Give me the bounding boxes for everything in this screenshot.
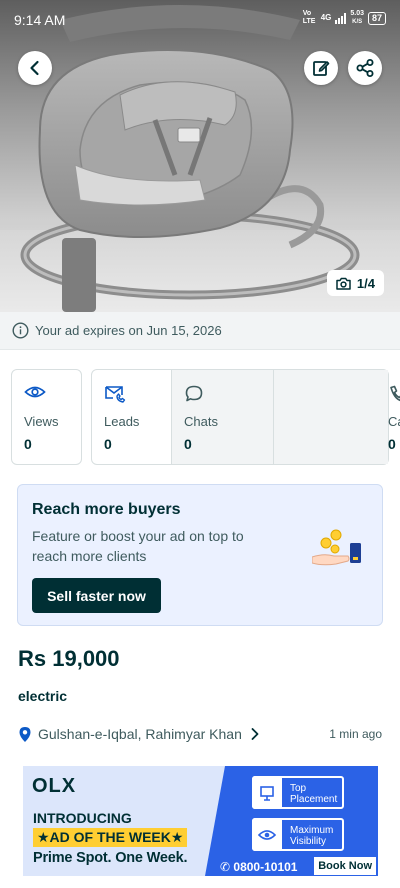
network-type: 4G	[320, 13, 332, 22]
billboard-icon	[252, 776, 282, 809]
listing-photo[interactable]: 9:14 AM Vo LTE 4G 5.03 K/S 87 1/4	[0, 0, 400, 312]
promo-card: Reach more buyers Feature or boost your …	[17, 484, 383, 626]
eye-icon	[252, 818, 282, 851]
image-counter[interactable]: 1/4	[326, 270, 384, 296]
promo-body: Feature or boost your ad on top to reach…	[32, 528, 244, 564]
phone-icon	[390, 385, 400, 402]
edit-icon	[313, 61, 330, 76]
chat-icon	[185, 385, 203, 402]
listing-price: Rs 19,000	[18, 646, 120, 671]
share-button[interactable]	[348, 51, 382, 85]
coins-hand-illustration	[312, 529, 361, 566]
olx-logo: OLX	[32, 775, 77, 797]
feature-top-placement: Top Placement	[252, 776, 344, 809]
back-button[interactable]	[18, 51, 52, 85]
leads-icon	[105, 386, 126, 403]
stats-engagement-card[interactable]: Leads 0 Chats 0 Calls 0	[91, 369, 400, 465]
feature-label: Maximum Visibility	[290, 825, 334, 847]
ad-of-the-week-banner[interactable]: OLX INTRODUCING ★AD OF THE WEEK★ Prime S…	[23, 766, 378, 876]
stat-calls[interactable]: Calls 0	[274, 370, 400, 464]
location-pin-icon	[19, 726, 31, 742]
expiry-notice: Your ad expires on Jun 15, 2026	[0, 312, 400, 350]
status-bar: 9:14 AM Vo LTE 4G 5.03 K/S 87	[0, 0, 400, 38]
info-icon	[12, 322, 29, 339]
stat-value: 0	[184, 436, 192, 452]
expiry-text: Your ad expires on Jun 15, 2026	[35, 323, 222, 338]
stat-chats[interactable]: Chats 0	[172, 370, 274, 464]
stat-value: 0	[104, 436, 112, 452]
stat-views[interactable]: Views 0	[12, 370, 81, 464]
feature-max-visibility: Maximum Visibility	[252, 818, 344, 851]
chevron-right-icon	[251, 728, 259, 740]
stat-label: Views	[24, 414, 59, 429]
camera-icon	[336, 277, 351, 290]
listing-posted-time: 1 min ago	[329, 727, 382, 741]
banner-line-introducing: INTRODUCING	[33, 810, 132, 826]
network-speed: 5.03 K/S	[350, 10, 364, 25]
banner-line-ad-of-week: ★AD OF THE WEEK★	[33, 828, 188, 847]
stat-label: Chats	[184, 414, 218, 429]
stat-label: Leads	[104, 414, 140, 429]
stat-value: 0	[388, 436, 396, 452]
signal-icon	[335, 12, 347, 24]
feature-label: Top Placement	[290, 783, 338, 805]
listing-location[interactable]: Gulshan-e-Iqbal, Rahimyar Khan	[38, 726, 242, 742]
banner-phone[interactable]: ✆ 0800-10101	[220, 860, 297, 874]
banner-line-prime-spot: Prime Spot. One Week.	[33, 850, 188, 866]
listing-title: electric	[18, 688, 68, 704]
stat-value: 0	[24, 436, 32, 452]
phone-icon: ✆	[220, 860, 231, 874]
sell-faster-button[interactable]: Sell faster now	[32, 578, 161, 613]
eye-icon	[24, 386, 46, 398]
battery-indicator: 87	[367, 11, 386, 25]
book-now-button[interactable]: Book Now	[314, 857, 376, 875]
status-icons: Vo LTE 4G 5.03 K/S 87	[303, 10, 386, 26]
edit-button[interactable]	[304, 51, 338, 85]
stat-label: Calls	[388, 414, 400, 429]
stat-leads[interactable]: Leads 0	[92, 370, 172, 464]
share-icon	[356, 59, 374, 77]
location-row[interactable]: Gulshan-e-Iqbal, Rahimyar Khan 1 min ago	[18, 724, 382, 744]
promo-heading: Reach more buyers	[32, 501, 181, 518]
image-counter-text: 1/4	[356, 275, 375, 291]
stats-views-card[interactable]: Views 0	[11, 369, 82, 465]
baby-bouncer-image	[0, 5, 400, 312]
volte-indicator: Vo LTE	[302, 10, 316, 25]
back-arrow-icon	[30, 60, 39, 76]
status-time: 9:14 AM	[14, 12, 66, 28]
